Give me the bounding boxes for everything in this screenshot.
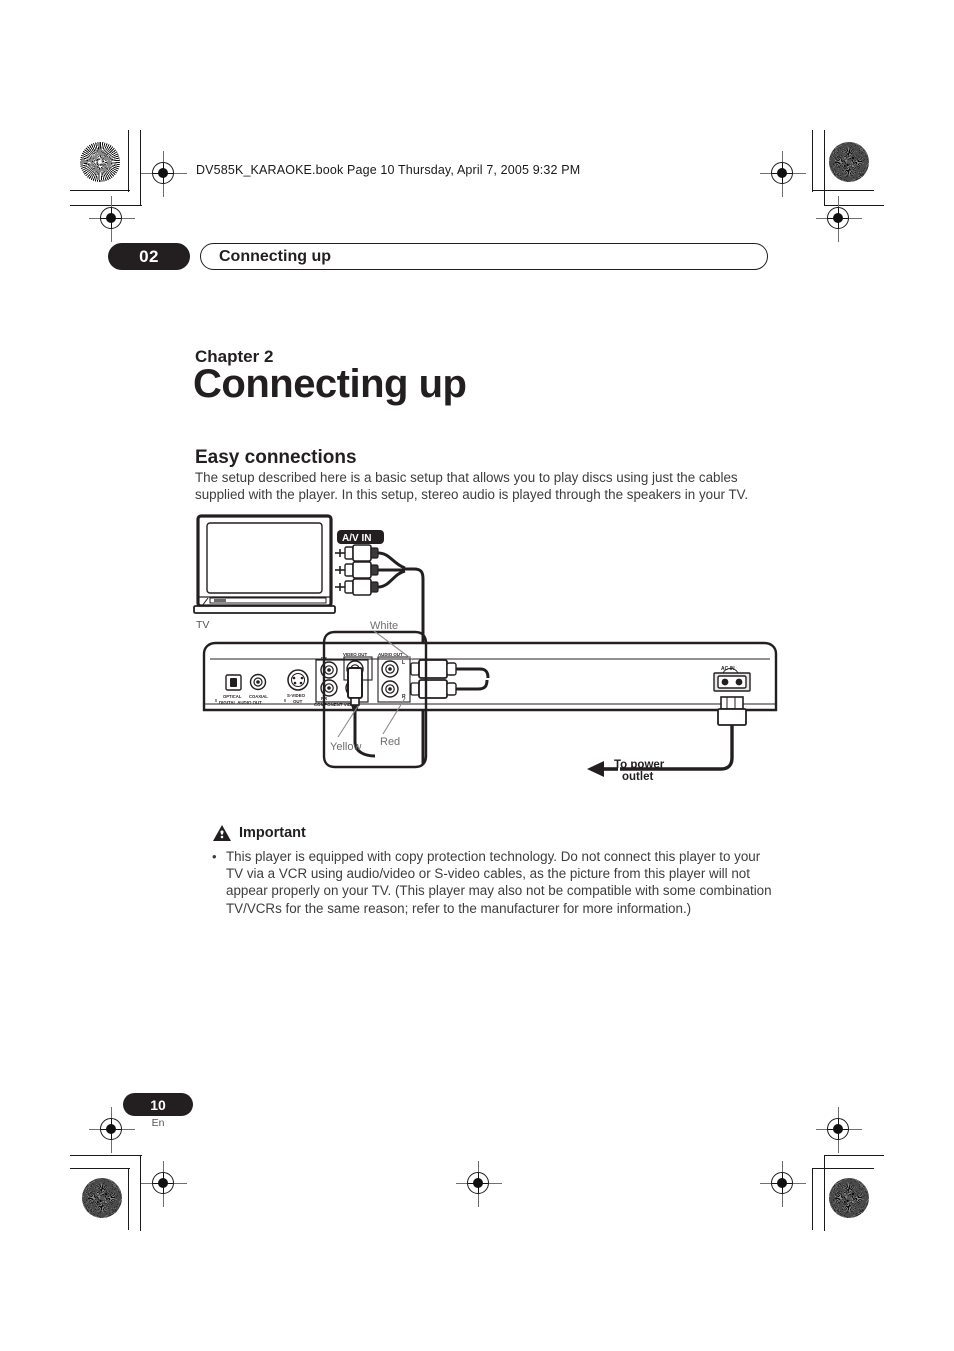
print-registration-cross-bottom-center [456, 1161, 502, 1207]
page-number-badge: 10 [123, 1093, 193, 1116]
crop-mark-bottom-left-h2 [70, 1168, 130, 1170]
svg-text:A/V IN: A/V IN [342, 533, 371, 544]
print-registration-cross-top-left [141, 151, 187, 197]
important-bullet: • This player is equipped with copy prot… [212, 848, 772, 917]
connection-diagram: TV A/V IN OPTICAL COAXIAL DIGITAL AUDIO … [190, 512, 790, 822]
book-file-header: DV585K_KARAOKE.book Page 10 Thursday, Ap… [196, 163, 581, 177]
section-intro-paragraph: The setup described here is a basic setu… [195, 470, 749, 502]
crop-mark-bottom-right-v2 [812, 1168, 814, 1230]
svg-text:COAXIAL: COAXIAL [249, 694, 268, 699]
running-title-text: Connecting up [219, 247, 331, 265]
important-heading-group: Important [212, 824, 306, 842]
crop-mark-bottom-left-h1 [70, 1155, 142, 1157]
svg-text:S-VIDEO: S-VIDEO [287, 693, 306, 698]
power-outlet-label-line1: To power [614, 759, 665, 771]
crop-mark-bottom-right-h2 [812, 1168, 874, 1170]
print-registration-cross-right-upper [816, 196, 862, 242]
svg-text:OPTICAL: OPTICAL [223, 694, 242, 699]
tv-rca-plug-top [335, 544, 379, 562]
crop-mark-bottom-left-v1 [128, 1168, 130, 1230]
document-page: DV585K_KARAOKE.book Page 10 Thursday, Ap… [0, 0, 954, 1351]
crop-mark-top-right-v2 [812, 130, 814, 192]
important-text: This player is equipped with copy protec… [226, 849, 772, 916]
crop-mark-bottom-right-h1 [824, 1155, 884, 1157]
cable-label-white: White [370, 620, 398, 632]
crop-mark-top-right-h1 [812, 190, 874, 192]
cable-label-red: Red [380, 736, 400, 748]
print-registration-cross-left-upper [89, 196, 135, 242]
print-registration-cross-right-lower [816, 1107, 862, 1153]
print-registration-cross-bottom-right [760, 1161, 806, 1207]
running-title-bar: Connecting up [200, 243, 768, 270]
print-registration-starburst-top-left [80, 142, 120, 182]
crop-mark-bottom-right-v1 [824, 1155, 826, 1231]
print-registration-starburst-top-right [829, 142, 869, 182]
svg-text:DIGITAL AUDIO OUT: DIGITAL AUDIO OUT [219, 700, 262, 705]
svg-text:VIDEO OUT: VIDEO OUT [343, 652, 367, 657]
crop-mark-top-left-v2 [140, 130, 142, 206]
power-outlet-label-line2: outlet [622, 771, 653, 783]
crop-mark-top-left-h1 [70, 190, 130, 192]
svg-text:L: L [402, 660, 405, 666]
cable-label-yellow: Yellow [330, 741, 361, 753]
warning-triangle-icon [213, 825, 231, 841]
tv-rca-plug-bottom [335, 578, 379, 596]
av-in-badge: A/V IN [337, 530, 384, 544]
crop-mark-top-right-v1 [824, 130, 826, 206]
bullet-marker: • [212, 849, 217, 864]
tv-rca-plug-middle [335, 561, 379, 579]
tv-illustration [193, 514, 336, 614]
chapter-number-badge: 02 [108, 243, 190, 270]
section-heading-easy-connections: Easy connections [195, 447, 357, 468]
page-title: Connecting up [193, 362, 467, 406]
svg-text:OUT: OUT [293, 699, 303, 704]
crop-mark-bottom-left-v2 [140, 1155, 142, 1231]
print-registration-cross-top-right [760, 151, 806, 197]
print-registration-starburst-bottom-left [82, 1178, 122, 1218]
language-code: En [151, 1117, 165, 1129]
svg-text:AUDIO OUT: AUDIO OUT [378, 652, 403, 657]
print-registration-cross-bottom-left [141, 1161, 187, 1207]
tv-label: TV [196, 619, 209, 631]
crop-mark-top-left-v1 [128, 130, 130, 192]
important-label: Important [239, 825, 306, 841]
print-registration-starburst-bottom-right [829, 1178, 869, 1218]
